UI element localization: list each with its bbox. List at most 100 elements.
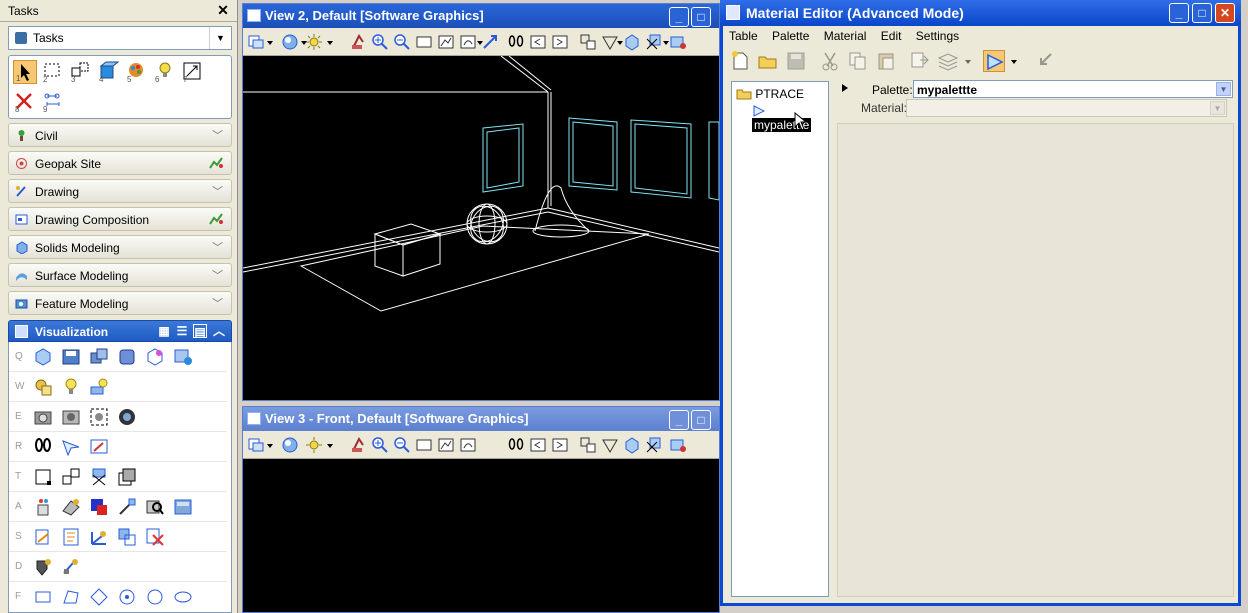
chevron-down-icon[interactable] <box>963 50 973 72</box>
copy-view-icon[interactable] <box>579 33 597 51</box>
display-style-icon[interactable] <box>281 33 299 51</box>
save-image-icon[interactable] <box>61 347 81 367</box>
material-dropdown[interactable]: ▼ <box>906 99 1227 117</box>
circle-center-icon[interactable] <box>117 587 137 607</box>
maximize-button[interactable]: □ <box>691 410 711 430</box>
copy-view-icon[interactable] <box>579 436 597 454</box>
material-table-icon[interactable] <box>173 497 193 517</box>
palette-dropdown[interactable]: mypalettte ▼ <box>913 80 1233 98</box>
previous-view-icon[interactable] <box>529 436 547 454</box>
category-drawing-composition[interactable]: Drawing Composition <box>8 207 232 231</box>
chevron-down-icon[interactable]: ﹀ <box>212 267 223 283</box>
rotate-view-icon[interactable] <box>459 436 477 454</box>
query-tool[interactable]: 6 <box>153 60 177 84</box>
chevron-down-icon[interactable] <box>265 33 275 51</box>
maximize-button[interactable]: □ <box>1192 3 1212 23</box>
clip-volume-icon[interactable] <box>645 436 663 454</box>
light-manager-icon[interactable] <box>89 377 109 397</box>
delete-light-icon[interactable] <box>145 527 165 547</box>
direction-light-icon[interactable] <box>89 527 109 547</box>
batch-render-icon[interactable] <box>89 347 109 367</box>
update-view-icon[interactable] <box>349 436 367 454</box>
chevron-down-icon[interactable]: ﹀ <box>212 239 223 255</box>
view-3-canvas[interactable] <box>243 459 719 612</box>
circle-icon[interactable] <box>145 587 165 607</box>
task-selector-dropdown[interactable]: Tasks ▼ <box>8 26 232 50</box>
display-style-icon[interactable] <box>281 436 299 454</box>
diamond-icon[interactable] <box>89 587 109 607</box>
view-2-canvas[interactable] <box>242 55 720 400</box>
view-attributes-icon[interactable] <box>247 436 265 454</box>
camera-setup-icon[interactable] <box>61 407 81 427</box>
paint-bucket-icon[interactable] <box>33 497 53 517</box>
category-visualization[interactable]: Visualization ▦ ☰ ▤ ︿ <box>8 320 232 342</box>
category-feature-modeling[interactable]: Feature Modeling ﹀ <box>8 291 232 315</box>
area-light-icon[interactable] <box>117 527 137 547</box>
window-area-icon[interactable] <box>415 436 433 454</box>
paint-tool[interactable]: 5 <box>125 60 149 84</box>
camera-icon[interactable] <box>33 407 53 427</box>
walk-icon[interactable] <box>33 437 53 457</box>
chevron-down-icon[interactable] <box>325 33 335 51</box>
tree-node-root[interactable]: PTRACE <box>736 87 804 101</box>
view-toggles-icon[interactable] <box>669 436 687 454</box>
polygon-icon[interactable] <box>61 587 81 607</box>
chevron-down-icon[interactable] <box>325 436 335 454</box>
category-civil[interactable]: Civil ﹀ <box>8 123 232 147</box>
chevron-down-icon[interactable] <box>1009 50 1019 72</box>
standard-views-icon[interactable] <box>623 436 641 454</box>
fit-view-icon[interactable] <box>437 436 455 454</box>
place-box-icon[interactable] <box>33 467 53 487</box>
assign-material-icon[interactable] <box>89 497 109 517</box>
menu-material[interactable]: Material <box>818 26 872 43</box>
view-rotation-icon[interactable] <box>601 436 619 454</box>
maximize-button[interactable]: □ <box>691 7 711 27</box>
navigate-icon[interactable] <box>89 437 109 457</box>
standard-views-icon[interactable] <box>623 33 641 51</box>
category-surface-modeling[interactable]: Surface Modeling ﹀ <box>8 263 232 287</box>
measure-tool[interactable]: 9 <box>41 90 65 114</box>
close-icon[interactable]: ✕ <box>215 2 231 18</box>
layers-icon[interactable] <box>937 50 959 72</box>
chevron-down-icon[interactable]: ▼ <box>209 27 231 49</box>
close-button[interactable]: ✕ <box>1215 3 1235 23</box>
chevron-down-icon[interactable]: ﹀ <box>212 127 223 143</box>
menu-palette[interactable]: Palette <box>766 26 814 43</box>
merge-icon[interactable] <box>909 50 931 72</box>
volume-icon[interactable] <box>117 467 137 487</box>
fit-view-icon[interactable] <box>437 33 455 51</box>
source-light-icon[interactable] <box>33 527 53 547</box>
fence-tool[interactable]: 2 <box>41 60 65 84</box>
category-geopak-site[interactable]: Geopak Site <box>8 151 232 175</box>
walk-icon[interactable] <box>507 33 525 51</box>
lighting-icon[interactable] <box>305 436 323 454</box>
chevron-down-icon[interactable]: ﹀ <box>212 183 223 199</box>
zoom-in-icon[interactable] <box>371 33 389 51</box>
scale-tool[interactable]: 7 <box>181 60 205 84</box>
light-bulb-icon[interactable] <box>61 377 81 397</box>
lens-icon[interactable] <box>117 407 137 427</box>
minimize-button[interactable]: _ <box>669 7 689 27</box>
chevron-down-icon[interactable]: ▼ <box>1216 82 1231 96</box>
clip-icon[interactable] <box>89 467 109 487</box>
view-attributes-icon[interactable] <box>247 33 265 51</box>
menu-table[interactable]: Table <box>723 26 763 43</box>
expand-arrow-icon[interactable] <box>841 83 849 93</box>
chevron-down-icon[interactable]: ▼ <box>1210 101 1225 115</box>
delete-tool[interactable]: 8 <box>13 90 37 114</box>
chevron-down-icon[interactable]: ﹀ <box>212 295 223 311</box>
ellipse-icon[interactable] <box>173 587 193 607</box>
camera-target-icon[interactable] <box>89 407 109 427</box>
chevron-up-icon[interactable]: ︿ <box>212 324 226 338</box>
list-view-icon[interactable]: ☰ <box>175 324 189 338</box>
open-folder-icon[interactable] <box>757 50 779 72</box>
update-view-icon[interactable] <box>349 33 367 51</box>
category-drawing[interactable]: Drawing ﹀ <box>8 179 232 203</box>
paste-icon[interactable] <box>875 50 897 72</box>
icon-view-icon[interactable]: ▦ <box>157 324 171 338</box>
walk-icon[interactable] <box>507 436 525 454</box>
next-view-icon[interactable] <box>551 33 569 51</box>
spot-light-icon[interactable] <box>61 527 81 547</box>
pan-view-icon[interactable] <box>481 33 499 51</box>
animation-icon[interactable] <box>117 347 137 367</box>
